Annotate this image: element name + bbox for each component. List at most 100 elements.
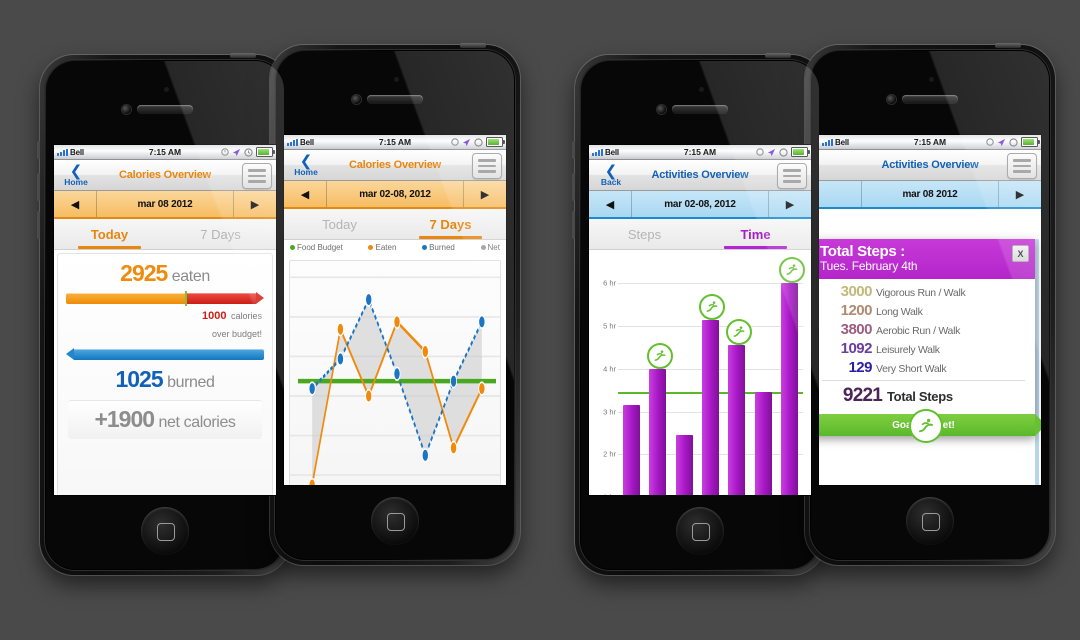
page-title: Calories Overview — [119, 169, 211, 181]
previous-day-button[interactable]: ◀ — [54, 191, 96, 217]
mute-switch[interactable] — [37, 141, 40, 159]
battery-icon — [486, 137, 505, 147]
bar[interactable] — [675, 435, 693, 495]
tab-steps[interactable]: Steps — [589, 219, 700, 249]
clock-label: 7:15 AM — [148, 147, 182, 157]
close-icon[interactable]: X — [1012, 245, 1029, 262]
list-item: 1200 Long Walk — [819, 301, 1029, 320]
back-button-label: Home — [294, 166, 318, 177]
battery-icon — [791, 147, 810, 157]
menu-icon[interactable] — [242, 163, 272, 189]
next-week-button[interactable]: ▶ — [464, 181, 506, 207]
power-button[interactable] — [765, 53, 791, 58]
menu-icon[interactable] — [472, 153, 502, 179]
earpiece-speaker — [902, 95, 958, 103]
phone-face: Bell 7:15 AM ❮ Home Calories Overview ◀ … — [46, 61, 284, 569]
carrier-label: Bell — [300, 137, 314, 147]
rotation-lock-icon — [221, 148, 229, 156]
alarm-icon — [474, 137, 483, 147]
bar[interactable] — [754, 392, 772, 495]
popup-subtitle: Tues. February 4th — [820, 259, 918, 273]
legend-label: Food Budget — [297, 243, 343, 252]
status-bar-right — [946, 137, 1040, 147]
steps-value: 1092 — [840, 340, 873, 357]
tab-bar: Today 7 Days — [54, 219, 276, 250]
home-button[interactable] — [676, 507, 724, 555]
legend-dot-net — [480, 245, 486, 250]
legend-label: Eaten — [375, 243, 397, 252]
volume-up-button[interactable] — [37, 173, 40, 201]
next-day-button[interactable]: ▶ — [234, 191, 276, 217]
tab-time[interactable]: Time — [700, 219, 811, 249]
home-button[interactable] — [906, 497, 954, 545]
scrollbar[interactable] — [1035, 239, 1039, 485]
front-camera-icon — [352, 95, 361, 104]
clock-label: 7:15 AM — [913, 137, 947, 147]
total-steps-popup: Total Steps : Tues. February 4th X 3000 V… — [819, 239, 1041, 443]
mute-switch[interactable] — [572, 141, 575, 159]
bar[interactable] — [699, 293, 726, 495]
volume-down-button[interactable] — [572, 211, 575, 239]
volume-up-button[interactable] — [572, 173, 575, 201]
phone-2-content: Food Budget Eaten Burned Net 3/023/033/0… — [284, 240, 506, 485]
burned-row: 1025 burned — [58, 361, 272, 393]
location-arrow-icon — [767, 148, 776, 156]
date-navigator: ◀ mar 02-08, 2012 ▶ — [589, 191, 811, 219]
status-bar: Bell 7:15 AM — [54, 145, 276, 160]
tab-7-days[interactable]: 7 Days — [165, 219, 276, 249]
volume-down-button[interactable] — [37, 211, 40, 239]
over-budget-bar-fill — [184, 292, 265, 304]
back-button[interactable]: ❮ Home — [288, 152, 324, 178]
phone-3-content: 0 hr1 hr2 hr3 hr4 hr5 hr6 hr 3/023/033/0… — [589, 250, 811, 495]
phone-1: Bell 7:15 AM ❮ Home Calories Overview ◀ … — [37, 53, 290, 575]
home-button[interactable] — [141, 507, 189, 555]
y-tick-label: 2 hr — [603, 449, 616, 459]
next-day-button[interactable]: ▶ — [999, 181, 1041, 207]
tab-7-days[interactable]: 7 Days — [395, 209, 506, 239]
tab-today[interactable]: Today — [284, 209, 395, 239]
burned-value: 1025 — [115, 366, 163, 393]
previous-week-button[interactable]: ◀ — [284, 181, 326, 207]
bar-chart-plot — [618, 257, 805, 495]
power-button[interactable] — [460, 43, 486, 48]
proximity-sensor-icon — [699, 87, 704, 92]
power-button[interactable] — [230, 53, 256, 58]
navigation-bar: ❮ Back Activities Overview — [589, 160, 811, 191]
power-button[interactable] — [995, 43, 1021, 48]
status-bar-right — [716, 147, 810, 157]
burned-label: burned — [167, 374, 215, 392]
bar[interactable] — [778, 257, 805, 495]
alarm-icon — [1009, 137, 1018, 147]
tab-today[interactable]: Today — [54, 219, 165, 249]
previous-week-button[interactable]: ◀ — [589, 191, 631, 217]
y-tick-label: 1 hr — [603, 493, 616, 495]
menu-icon[interactable] — [1007, 153, 1037, 179]
bar[interactable] — [646, 342, 673, 495]
bar[interactable] — [725, 319, 752, 495]
legend-label: Burned — [429, 243, 455, 252]
steps-label: Vigorous Run / Walk — [876, 287, 966, 299]
home-button[interactable] — [371, 497, 419, 545]
next-week-button[interactable]: ▶ — [769, 191, 811, 217]
eaten-value: 2925 — [120, 260, 168, 286]
previous-day-button[interactable] — [819, 181, 861, 207]
menu-icon[interactable] — [777, 163, 807, 189]
eaten-label: eaten — [171, 268, 210, 285]
tab-bar: Today 7 Days — [284, 209, 506, 240]
back-button[interactable]: ❮ Home — [58, 162, 94, 188]
eaten-progress-bar — [66, 291, 265, 306]
activity-time-bar-chart: 0 hr1 hr2 hr3 hr4 hr5 hr6 hr 3/023/033/0… — [593, 252, 807, 495]
bar-chart-y-axis: 0 hr1 hr2 hr3 hr4 hr5 hr6 hr — [593, 262, 617, 495]
date-navigator: ◀ mar 08 2012 ▶ — [54, 191, 276, 219]
legend-label: Net — [487, 243, 500, 252]
phone-1-content: 2925 eaten 1000 calories over budget! 10… — [54, 250, 276, 495]
bar[interactable] — [622, 405, 640, 495]
date-label: mar 08 2012 — [96, 191, 234, 217]
carrier-label: Bell — [605, 147, 619, 157]
back-button[interactable]: ❮ Back — [593, 162, 629, 188]
clock-label: 7:15 AM — [683, 147, 717, 157]
status-bar-right — [181, 147, 275, 157]
signal-bars-icon — [822, 138, 833, 146]
status-bar-right — [411, 137, 505, 147]
rotation-lock-icon — [986, 138, 994, 146]
